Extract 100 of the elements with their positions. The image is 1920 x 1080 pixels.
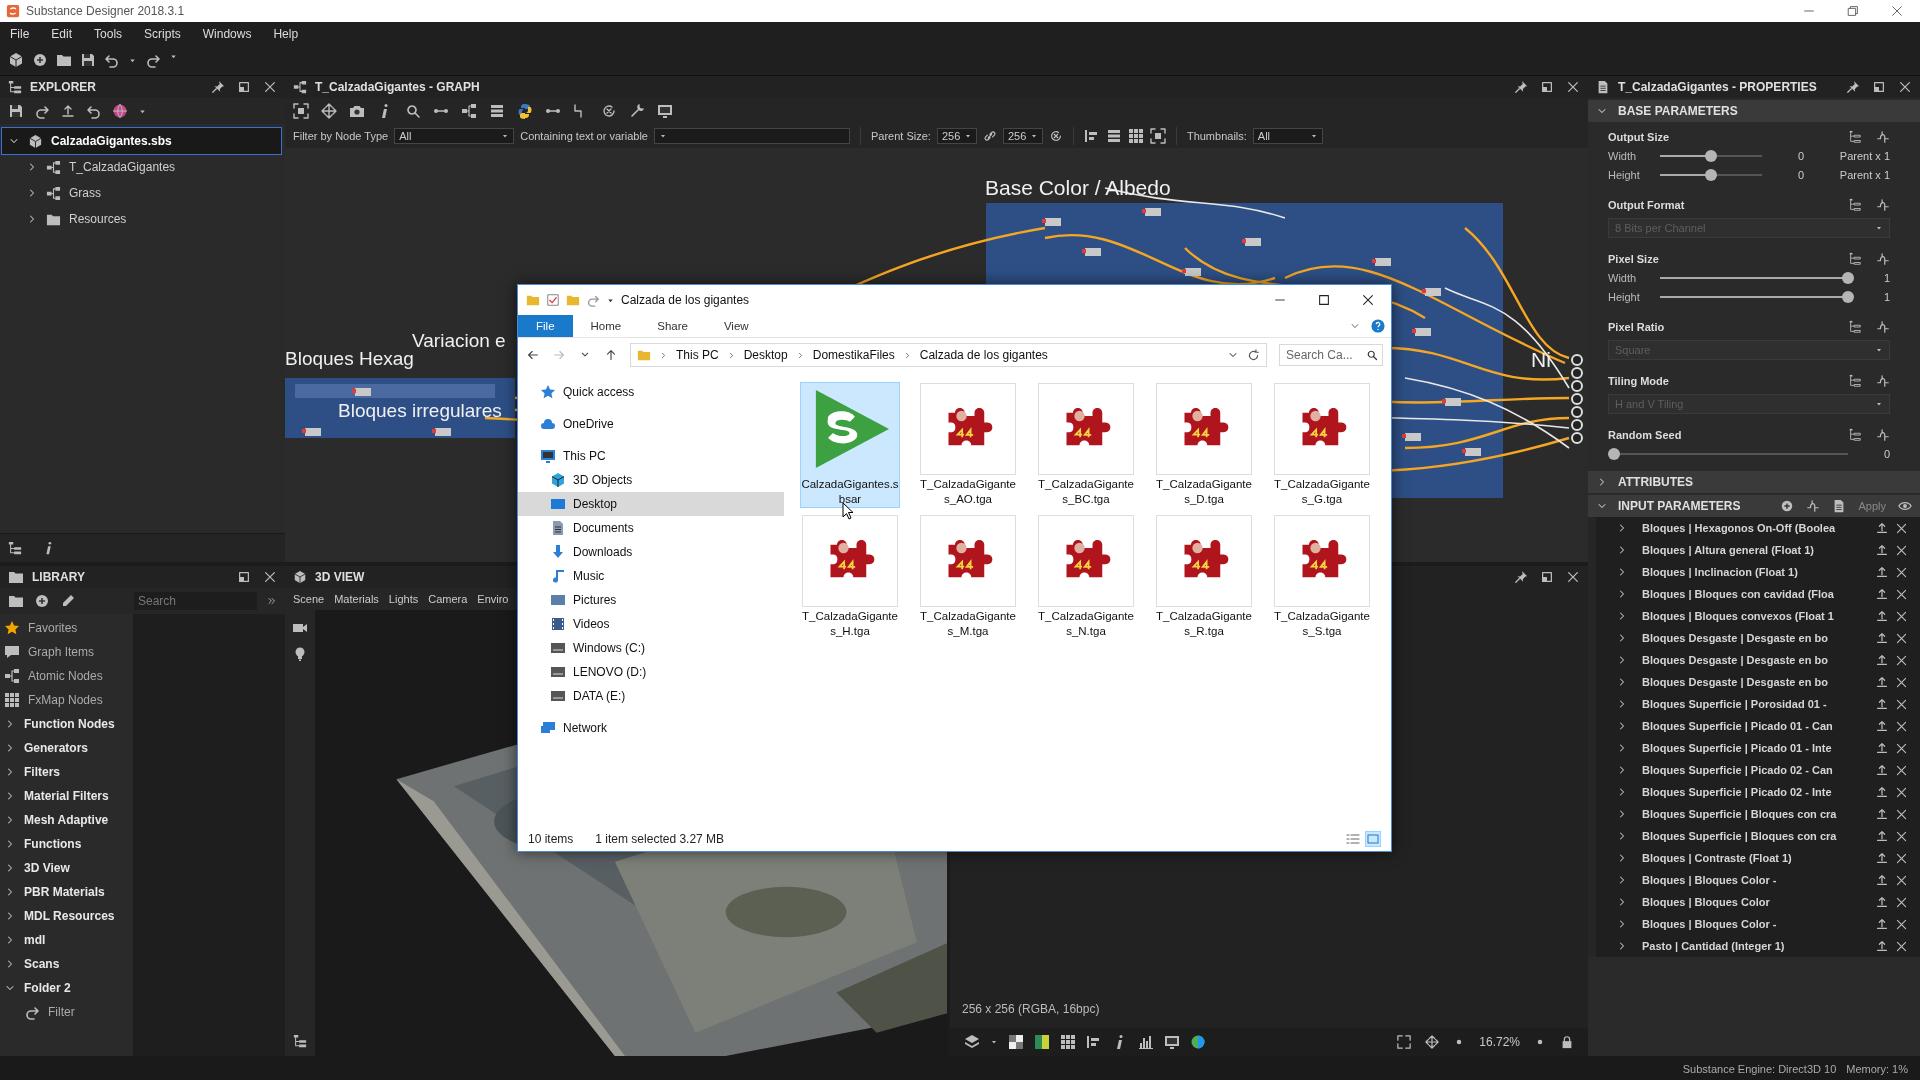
breadcrumb[interactable]: Desktop (743, 348, 788, 362)
tree-item[interactable]: CalzadaGigantes.sbs (2, 128, 281, 154)
library-category[interactable]: Generators (0, 736, 133, 760)
slider-value: 1 (1882, 290, 1890, 303)
file-item[interactable]: CalzadaGigantes.sbsar (800, 382, 900, 508)
parent-size-label: Parent Size: (871, 130, 931, 142)
parameter-label: Random Seed (1608, 429, 1682, 441)
status-text: Substance Engine: Direct3D 10 (1682, 1062, 1837, 1075)
parameter-label: Output Size (1608, 131, 1670, 143)
nav-item[interactable]: OneDrive (518, 412, 784, 436)
slider-value: 1 (1882, 271, 1890, 284)
panel-title: T_CalzadaGigantes - GRAPH (315, 80, 480, 94)
frame-label: Base Color / Albedo (985, 176, 1171, 200)
frame-label: Ni (1531, 348, 1551, 372)
nav-item[interactable]: Network (518, 716, 784, 740)
menu-item[interactable]: File (10, 26, 30, 41)
library-item[interactable]: Atomic Nodes (0, 664, 133, 688)
window-title: Substance Designer 2018.3.1 (26, 4, 185, 18)
parameter-name[interactable]: Bloques | Bloques Color (1634, 896, 1869, 908)
search-field[interactable]: Search (134, 592, 257, 610)
breadcrumb[interactable]: DomestikaFiles (812, 348, 895, 362)
library-category[interactable]: Filters (0, 760, 133, 784)
parameter-name[interactable]: Bloques | Hexagonos On-Off (Boolea (1634, 522, 1869, 534)
nav-item[interactable]: DATA (E:) (518, 684, 784, 708)
view-menu-item[interactable]: Scene (293, 593, 325, 605)
nav-item[interactable]: This PC (518, 444, 784, 468)
thumbnails-dropdown[interactable]: All (1252, 128, 1323, 144)
library-category[interactable]: Functions (0, 832, 133, 856)
library-item[interactable]: FxMap Nodes (0, 688, 133, 712)
tree-item[interactable]: T_CalzadaGigantes (0, 154, 285, 180)
parameter-name[interactable]: Bloques Superficie | Bloques con cra (1634, 808, 1869, 820)
nav-item[interactable]: Documents (518, 516, 784, 540)
parameter-name[interactable]: Bloques Superficie | Bloques con cra (1634, 830, 1869, 842)
breadcrumb[interactable]: This PC (676, 348, 719, 362)
menu-item[interactable]: Windows (202, 26, 252, 41)
menu-item[interactable]: Help (273, 26, 299, 41)
slider-label: Width (1608, 149, 1638, 162)
library-category[interactable]: Mesh Adaptive (0, 808, 133, 832)
library-category[interactable]: mdl (0, 928, 133, 952)
ribbon-tab[interactable]: File (518, 315, 573, 337)
library-item[interactable]: Favorites (0, 616, 133, 640)
frame-label: Variacion e (412, 330, 506, 352)
nav-item[interactable]: 3D Objects (518, 468, 784, 492)
menu-item[interactable]: Edit (51, 26, 73, 41)
nav-item[interactable]: Videos (518, 612, 784, 636)
parameter-name[interactable]: Pasto | Cantidad (Integer 1) (1634, 940, 1869, 952)
parameter-name[interactable]: Bloques | Inclinacion (Float 1) (1634, 566, 1869, 578)
view-menu-item[interactable]: Camera (428, 593, 468, 605)
parameter-name[interactable]: Bloques Desgaste | Desgaste en bo (1634, 676, 1869, 688)
parameter-name[interactable]: Bloques Superficie | Picado 02 - Can (1634, 764, 1869, 776)
section-header[interactable]: ATTRIBUTES (1588, 471, 1920, 493)
parameter-name[interactable]: Bloques Desgaste | Desgaste en bo (1634, 632, 1869, 644)
nav-item[interactable]: Quick access (518, 380, 784, 404)
parameter-name[interactable]: Bloques | Contraste (Float 1) (1634, 852, 1869, 864)
nav-item[interactable]: Music (518, 564, 784, 588)
nav-item[interactable]: Downloads (518, 540, 784, 564)
parameter-name[interactable]: Bloques | Bloques Color - (1634, 918, 1869, 930)
library-item[interactable]: Graph Items (0, 640, 133, 664)
view-menu-item[interactable]: Lights (388, 593, 419, 605)
library-category[interactable]: PBR Materials (0, 880, 133, 904)
library-category[interactable]: Scans (0, 952, 133, 976)
library-category[interactable]: Function Nodes (0, 712, 133, 736)
parameter-name[interactable]: Bloques Superficie | Picado 01 - Inte (1634, 742, 1869, 754)
library-category[interactable]: 3D View (0, 856, 133, 880)
node-type-dropdown[interactable]: All (394, 128, 515, 144)
address-bar[interactable]: This PC Desktop DomestikaFiles Calzada de los gigantes (630, 343, 1267, 367)
parameter-name[interactable]: Bloques | Bloques con cavidad (Floa (1634, 588, 1869, 600)
parameter-name[interactable]: Bloques Superficie | Picado 02 - Inte (1634, 786, 1869, 798)
nav-item[interactable]: Windows (C:) (518, 636, 784, 660)
status-text: 1 item selected 3.27 MB (595, 832, 725, 846)
library-category[interactable]: Material Filters (0, 784, 133, 808)
library-item[interactable]: Filter (20, 1000, 133, 1024)
parameter-name[interactable]: Bloques | Bloques Color - (1634, 874, 1869, 886)
parameter-name[interactable]: Bloques | Bloques convexos (Float 1 (1634, 610, 1869, 622)
tree-item[interactable]: Resources (0, 206, 285, 232)
parameter-name[interactable]: Bloques Superficie | Picado 01 - Can (1634, 720, 1869, 732)
library-category[interactable]: MDL Resources (0, 904, 133, 928)
height-dropdown[interactable]: 256 (1002, 128, 1043, 144)
view-menu-item[interactable]: Materials (334, 593, 379, 605)
search-field[interactable]: Search Ca... (1279, 344, 1383, 366)
library-category[interactable]: Folder 2 (0, 976, 133, 1000)
nav-item[interactable]: Pictures (518, 588, 784, 612)
nav-item[interactable]: LENOVO (D:) (518, 660, 784, 684)
section-header[interactable]: BASE PARAMETERS (1588, 100, 1920, 122)
status-text: Memory: 1% (1846, 1062, 1908, 1075)
panel-title: LIBRARY (32, 570, 85, 584)
nav-item[interactable]: Desktop (518, 492, 784, 516)
parameter-label: Pixel Ratio (1608, 321, 1665, 333)
view-menu-item[interactable]: Enviro (477, 593, 509, 605)
parameter-name[interactable]: Bloques Desgaste | Desgaste en bo (1634, 654, 1869, 666)
menu-item[interactable]: Scripts (144, 26, 181, 41)
width-dropdown[interactable]: 256 (936, 128, 977, 144)
breadcrumb[interactable]: Calzada de los gigantes (919, 348, 1048, 362)
tree-item[interactable]: Grass (0, 180, 285, 206)
filter-label: Filter by Node Type (293, 130, 389, 142)
menu-item[interactable]: Tools (94, 26, 123, 41)
frame-label: Bloques Hexag (285, 348, 414, 370)
parameter-name[interactable]: Bloques Superficie | Porosidad 01 - (1634, 698, 1869, 710)
slider-label: Height (1608, 290, 1641, 303)
parameter-name[interactable]: Bloques | Altura general (Float 1) (1634, 544, 1869, 556)
